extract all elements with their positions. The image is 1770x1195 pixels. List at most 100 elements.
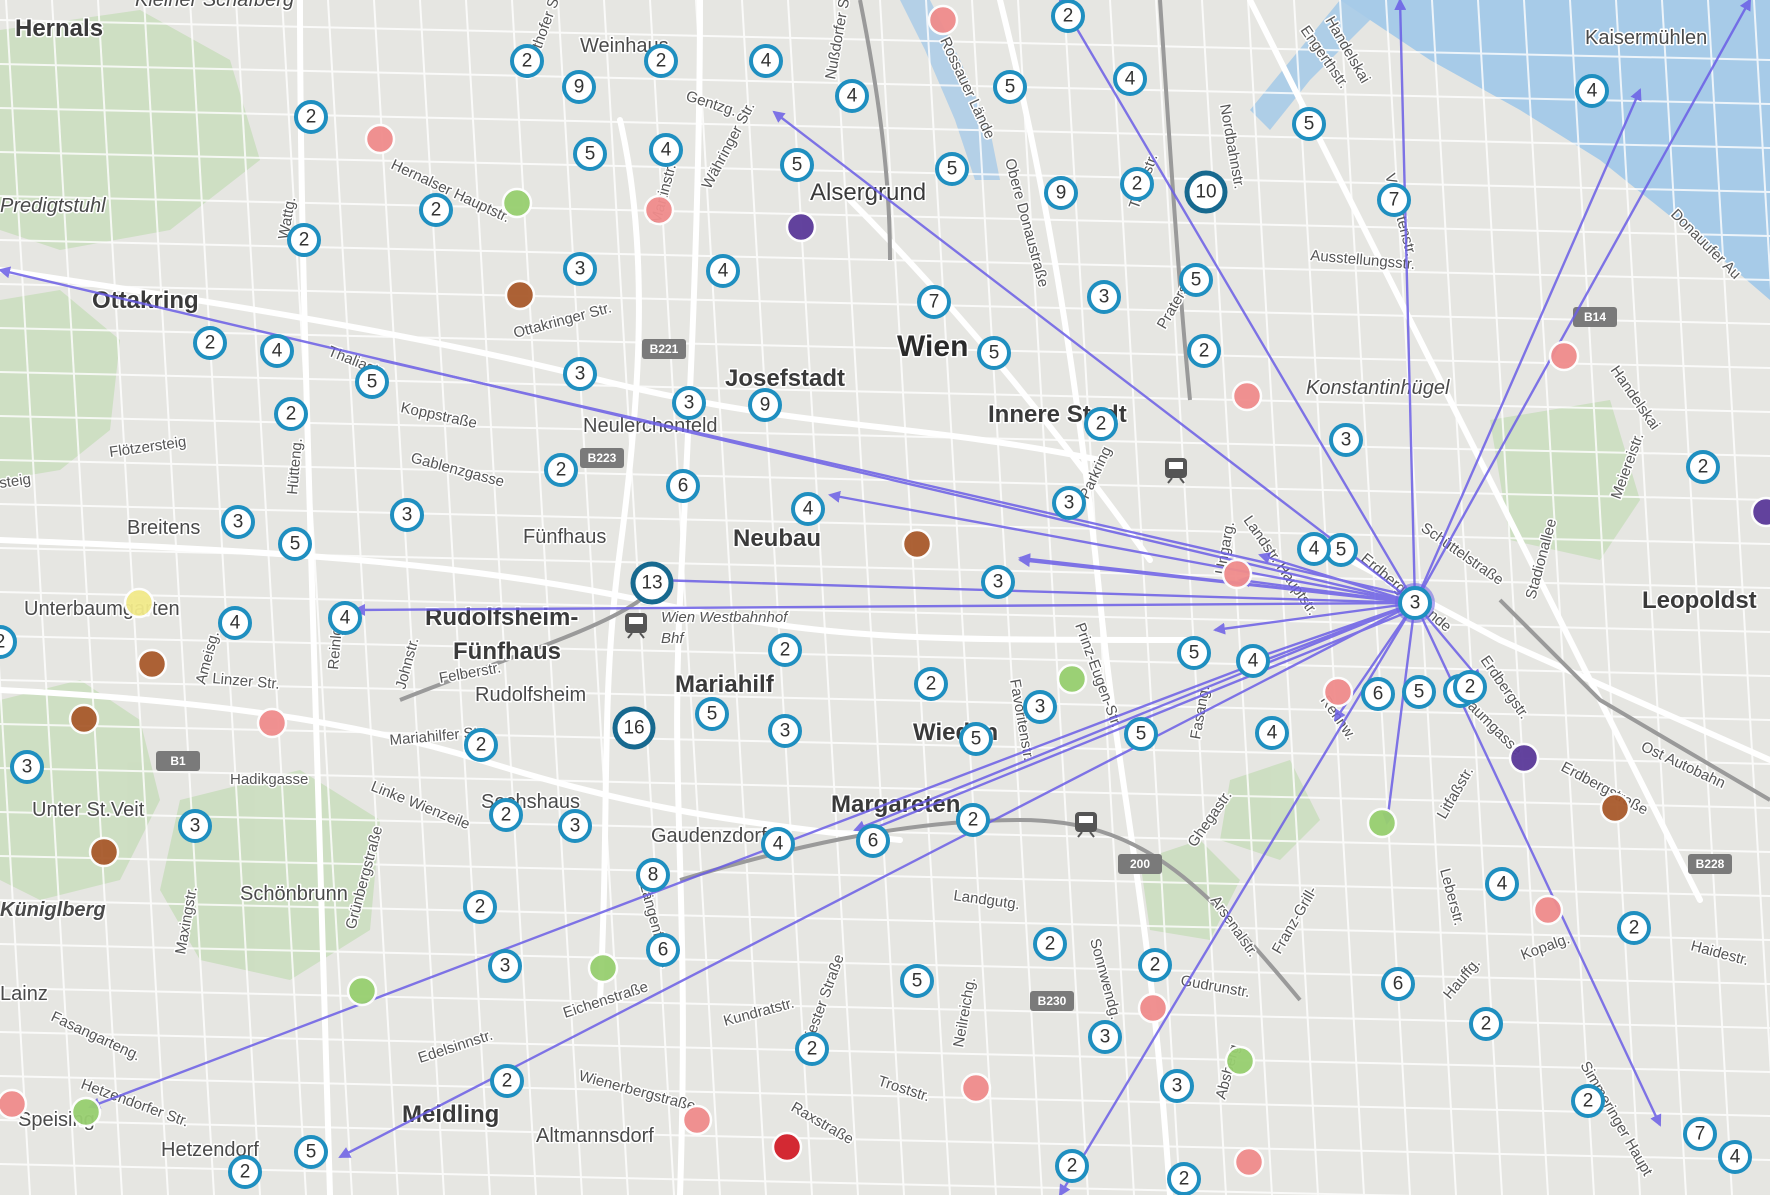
cluster-marker[interactable]: 2: [1469, 1007, 1503, 1041]
cluster-marker[interactable]: 5: [1292, 107, 1326, 141]
cluster-marker[interactable]: 3: [488, 949, 522, 983]
cluster-marker[interactable]: 3: [1160, 1069, 1194, 1103]
cluster-marker[interactable]: 13: [630, 561, 674, 605]
cluster-marker[interactable]: 3: [390, 498, 424, 532]
cluster-marker[interactable]: 3: [10, 750, 44, 784]
cluster-marker[interactable]: 3: [558, 809, 592, 843]
category-marker[interactable]: [1599, 792, 1631, 824]
cluster-marker[interactable]: 2: [795, 1032, 829, 1066]
cluster-marker[interactable]: 6: [666, 469, 700, 503]
category-marker[interactable]: [1322, 676, 1354, 708]
cluster-marker[interactable]: 2: [287, 223, 321, 257]
cluster-marker[interactable]: 2: [544, 453, 578, 487]
cluster-marker[interactable]: 2: [274, 397, 308, 431]
cluster-marker[interactable]: 5: [993, 70, 1027, 104]
category-marker[interactable]: [136, 648, 168, 680]
cluster-marker[interactable]: 5: [1177, 636, 1211, 670]
cluster-marker[interactable]: 3: [221, 505, 255, 539]
cluster-marker[interactable]: 5: [900, 964, 934, 998]
cluster-marker[interactable]: 2: [294, 100, 328, 134]
cluster-marker[interactable]: 2: [464, 728, 498, 762]
cluster-marker[interactable]: 2: [510, 44, 544, 78]
category-marker[interactable]: [1221, 558, 1253, 590]
cluster-marker[interactable]: 4: [260, 334, 294, 368]
cluster-marker[interactable]: 16: [612, 706, 656, 750]
cluster-marker[interactable]: 2: [1084, 407, 1118, 441]
cluster-marker[interactable]: 2: [1686, 450, 1720, 484]
cluster-marker[interactable]: 4: [761, 827, 795, 861]
cluster-marker[interactable]: 4: [791, 492, 825, 526]
category-marker[interactable]: [1224, 1045, 1256, 1077]
category-marker[interactable]: [1750, 496, 1770, 528]
category-marker[interactable]: [0, 1088, 28, 1120]
cluster-marker[interactable]: 3: [1329, 423, 1363, 457]
cluster-marker[interactable]: 7: [917, 285, 951, 319]
cluster-marker[interactable]: 3: [178, 809, 212, 843]
category-marker[interactable]: [123, 587, 155, 619]
category-marker[interactable]: [681, 1104, 713, 1136]
cluster-marker[interactable]: 4: [649, 133, 683, 167]
cluster-marker[interactable]: 5: [935, 152, 969, 186]
cluster-marker[interactable]: 2: [1138, 948, 1172, 982]
category-marker[interactable]: [501, 187, 533, 219]
cluster-marker[interactable]: 5: [573, 137, 607, 171]
cluster-marker[interactable]: 4: [1297, 532, 1331, 566]
cluster-marker[interactable]: 3: [1052, 486, 1086, 520]
category-marker[interactable]: [1056, 663, 1088, 695]
cluster-marker[interactable]: 2: [644, 44, 678, 78]
category-marker[interactable]: [88, 836, 120, 868]
map-canvas[interactable]: B221 B223 B1 B14 B230 B228 200 Hernals Kleiner …: [0, 0, 1770, 1195]
cluster-marker[interactable]: 3: [1087, 280, 1121, 314]
cluster-marker[interactable]: 2: [489, 798, 523, 832]
cluster-marker[interactable]: 5: [780, 148, 814, 182]
cluster-marker[interactable]: 2: [1617, 911, 1651, 945]
cluster-marker[interactable]: 5: [959, 722, 993, 756]
cluster-marker[interactable]: 10: [1184, 170, 1228, 214]
cluster-marker[interactable]: 2: [193, 326, 227, 360]
cluster-marker[interactable]: 2: [1120, 167, 1154, 201]
category-marker[interactable]: [346, 975, 378, 1007]
cluster-marker[interactable]: 5: [294, 1135, 328, 1169]
cluster-marker[interactable]: 3: [981, 565, 1015, 599]
cluster-marker[interactable]: 5: [1402, 675, 1436, 709]
cluster-marker[interactable]: 4: [706, 254, 740, 288]
cluster-marker[interactable]: 4: [1255, 716, 1289, 750]
category-marker[interactable]: [785, 211, 817, 243]
category-marker[interactable]: [256, 707, 288, 739]
cluster-marker[interactable]: 3: [1023, 690, 1057, 724]
cluster-marker[interactable]: 5: [1179, 263, 1213, 297]
cluster-marker[interactable]: 3: [672, 386, 706, 420]
cluster-marker[interactable]: 4: [1575, 74, 1609, 108]
category-marker[interactable]: [1508, 742, 1540, 774]
cluster-marker[interactable]: 6: [646, 933, 680, 967]
cluster-marker[interactable]: 2: [0, 625, 17, 659]
cluster-marker[interactable]: 5: [977, 336, 1011, 370]
cluster-marker[interactable]: 2: [768, 633, 802, 667]
cluster-marker[interactable]: 2: [1051, 0, 1085, 33]
category-marker[interactable]: [771, 1131, 803, 1163]
category-marker[interactable]: [1532, 894, 1564, 926]
cluster-marker[interactable]: 4: [1485, 867, 1519, 901]
cluster-marker[interactable]: 4: [1718, 1140, 1752, 1174]
category-marker[interactable]: [70, 1096, 102, 1128]
category-marker[interactable]: [364, 123, 396, 155]
map-svg[interactable]: B221 B223 B1 B14 B230 B228 200 Hernals Kleiner …: [0, 0, 1770, 1195]
cluster-marker[interactable]: 2: [419, 193, 453, 227]
cluster-marker[interactable]: 4: [749, 44, 783, 78]
cluster-marker[interactable]: 4: [1236, 644, 1270, 678]
cluster-marker[interactable]: 2: [956, 803, 990, 837]
category-marker[interactable]: [1231, 380, 1263, 412]
cluster-marker[interactable]: 8: [636, 858, 670, 892]
category-marker[interactable]: [901, 528, 933, 560]
cluster-marker[interactable]: 3: [563, 252, 597, 286]
cluster-marker[interactable]: 4: [218, 606, 252, 640]
category-marker[interactable]: [504, 279, 536, 311]
cluster-marker[interactable]: 9: [562, 70, 596, 104]
cluster-marker[interactable]: 2: [1055, 1149, 1089, 1183]
cluster-marker[interactable]: 7: [1377, 183, 1411, 217]
cluster-marker[interactable]: 5: [1124, 717, 1158, 751]
cluster-marker[interactable]: 2: [228, 1155, 262, 1189]
category-marker[interactable]: [1366, 807, 1398, 839]
category-marker[interactable]: [1548, 340, 1580, 372]
category-marker[interactable]: [960, 1072, 992, 1104]
